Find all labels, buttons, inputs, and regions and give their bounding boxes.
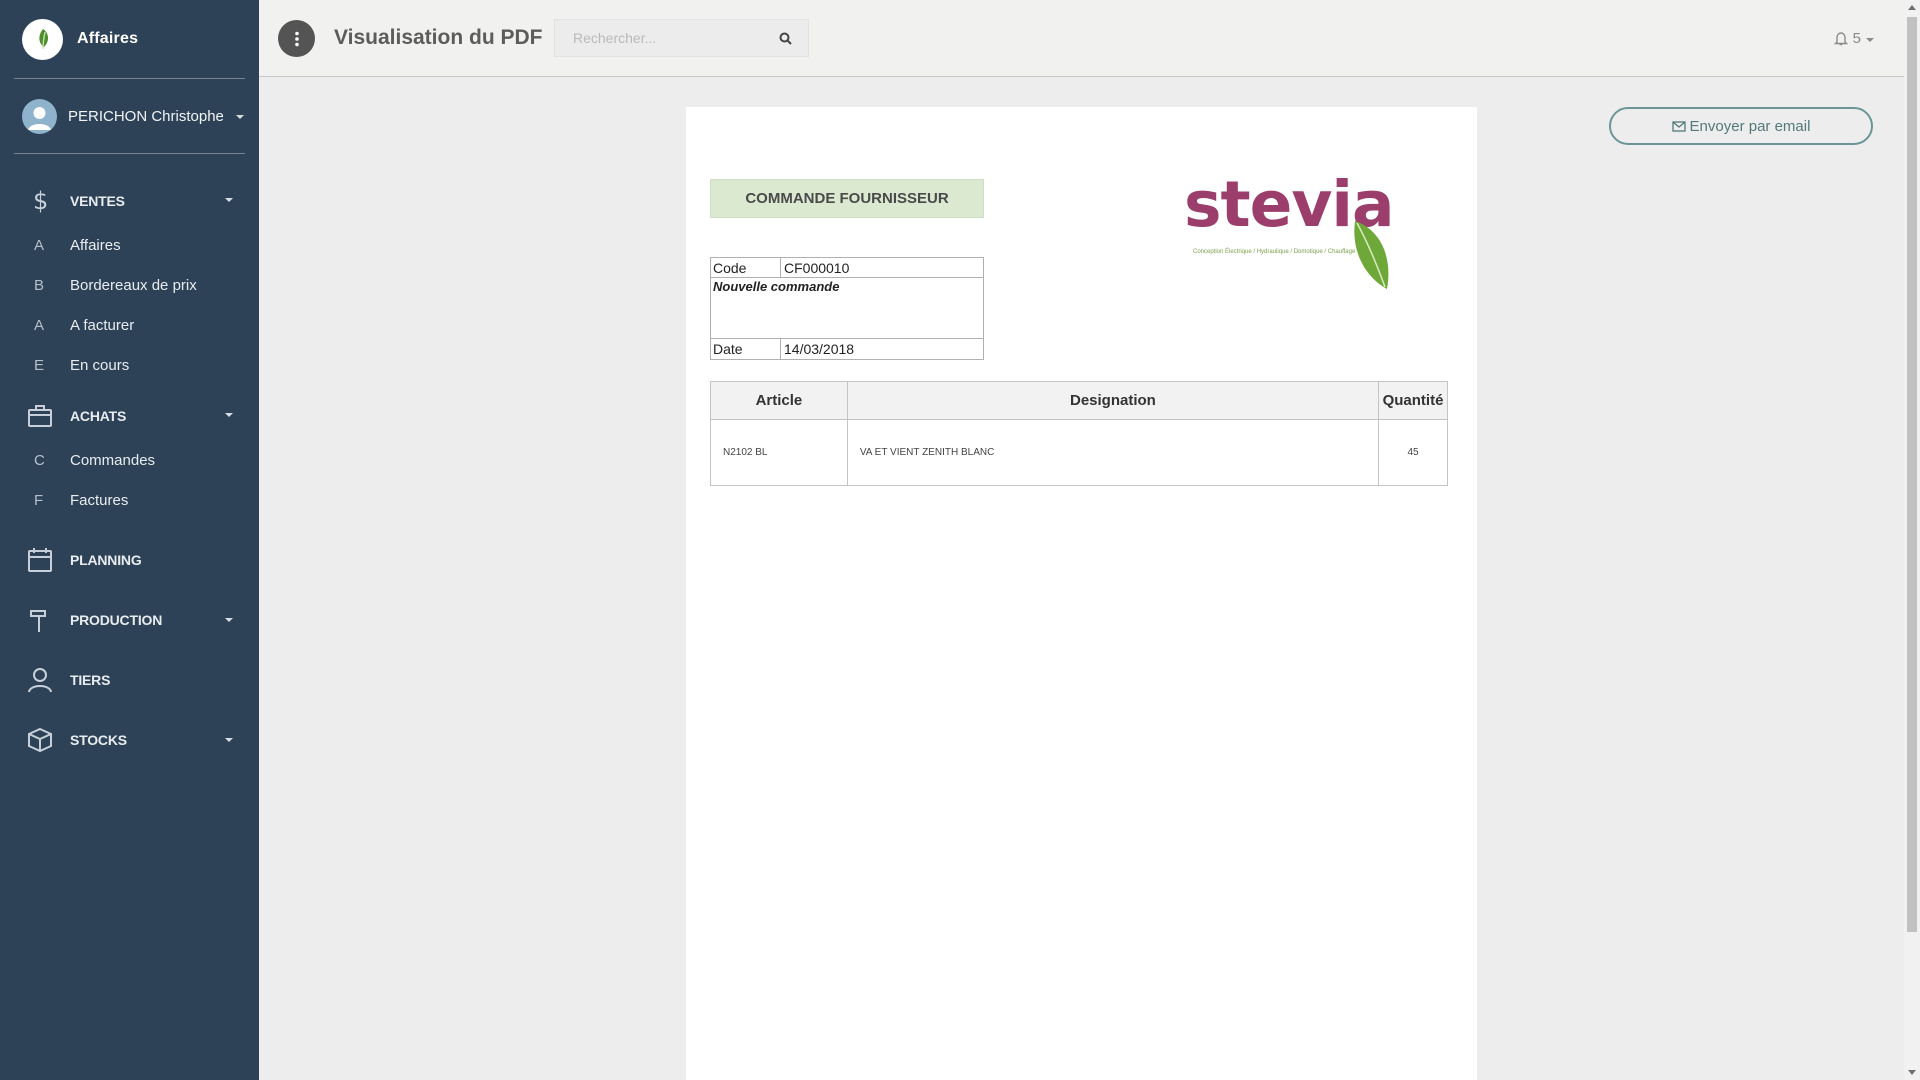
more-menu-button[interactable] bbox=[278, 20, 315, 57]
bell-icon bbox=[1833, 32, 1848, 46]
scroll-thumb[interactable] bbox=[1907, 17, 1917, 932]
sidebar-item-affaires[interactable]: A Affaires bbox=[0, 225, 259, 265]
search-icon[interactable] bbox=[770, 32, 800, 45]
page-title: Visualisation du PDF bbox=[334, 26, 543, 49]
topbar: Visualisation du PDF 5 bbox=[259, 0, 1904, 77]
chevron-down-icon bbox=[225, 618, 233, 622]
sidebar-item-letter: A bbox=[34, 316, 45, 334]
column-header-designation: Designation bbox=[846, 381, 1380, 420]
sidebar-section-production[interactable]: PRODUCTION bbox=[0, 590, 259, 650]
sidebar-item-letter: C bbox=[34, 451, 45, 469]
user-menu[interactable]: PERICHON Christophe bbox=[0, 79, 259, 153]
search-box bbox=[554, 19, 809, 57]
scroll-up-icon[interactable] bbox=[1908, 5, 1916, 10]
table-row: N2102 BL VA ET VIENT ZENITH BLANC 45 bbox=[710, 419, 1448, 486]
company-logo: stevia Conception Électrique / Hydrauliq… bbox=[1184, 173, 1429, 298]
sidebar-section-label: TIERS bbox=[70, 672, 111, 688]
code-value: CF000010 bbox=[784, 260, 850, 276]
sidebar: Affaires PERICHON Christophe $ VENTES A … bbox=[0, 0, 259, 1080]
sidebar-section-tiers[interactable]: TIERS bbox=[0, 650, 259, 710]
main-content: Envoyer par email COMMANDE FOURNISSEUR s… bbox=[259, 77, 1904, 1080]
column-header-quantite: Quantité bbox=[1378, 381, 1448, 420]
sidebar-section-label: PRODUCTION bbox=[70, 612, 163, 628]
pdf-page: COMMANDE FOURNISSEUR stevia Conception É… bbox=[686, 107, 1477, 1080]
cell-article: N2102 BL bbox=[710, 419, 848, 486]
code-label: Code bbox=[711, 258, 781, 277]
sidebar-section-label: ACHATS bbox=[70, 407, 127, 424]
user-name: PERICHON Christophe bbox=[68, 107, 224, 125]
order-info-box: Code CF000010 Nouvelle commande Date 14/… bbox=[710, 257, 984, 360]
sidebar-item-letter: E bbox=[34, 356, 45, 374]
vertical-scrollbar[interactable] bbox=[1904, 0, 1920, 1080]
code-row: Code CF000010 bbox=[711, 258, 983, 278]
more-vertical-icon bbox=[294, 31, 299, 46]
sidebar-section-ventes[interactable]: $ VENTES bbox=[0, 176, 259, 225]
chevron-down-icon bbox=[225, 738, 233, 742]
envelope-icon bbox=[1671, 120, 1686, 132]
column-header-article: Article bbox=[710, 381, 848, 420]
leaf-logo-icon bbox=[22, 18, 63, 60]
sidebar-item-factures[interactable]: F Factures bbox=[0, 480, 259, 520]
box-icon bbox=[26, 726, 54, 754]
notifications-button[interactable]: 5 bbox=[1833, 30, 1874, 47]
send-email-button[interactable]: Envoyer par email bbox=[1609, 107, 1873, 145]
brand-name: Affaires bbox=[77, 30, 139, 47]
svg-text:$: $ bbox=[33, 188, 48, 214]
sidebar-item-bordereaux-de-prix[interactable]: B Bordereaux de prix bbox=[0, 265, 259, 305]
sidebar-item-a-facturer[interactable]: A A facturer bbox=[0, 305, 259, 345]
sidebar-item-label: En cours bbox=[70, 356, 130, 374]
send-email-label: Envoyer par email bbox=[1689, 117, 1811, 135]
sidebar-item-label: Factures bbox=[70, 491, 129, 509]
sidebar-item-letter: F bbox=[34, 491, 44, 509]
chevron-down-icon bbox=[1866, 37, 1874, 42]
articles-table: Article Designation Quantité N2102 BL VA… bbox=[710, 381, 1448, 486]
sidebar-item-label: Commandes bbox=[70, 451, 156, 469]
sidebar-section-label: VENTES bbox=[70, 192, 125, 209]
date-label: Date bbox=[711, 339, 781, 359]
sidebar-nav: $ VENTES A Affaires B Bordereaux de prix… bbox=[0, 154, 259, 770]
date-row: Date 14/03/2018 bbox=[711, 339, 983, 359]
sidebar-section-label: STOCKS bbox=[70, 732, 127, 748]
notification-count: 5 bbox=[1852, 30, 1861, 47]
scroll-down-icon[interactable] bbox=[1908, 1070, 1916, 1075]
sidebar-item-en-cours[interactable]: E En cours bbox=[0, 345, 259, 385]
chevron-down-icon bbox=[225, 413, 233, 417]
logo-tagline: Conception Électrique / Hydraulique / Do… bbox=[1193, 249, 1356, 255]
sidebar-section-stocks[interactable]: STOCKS bbox=[0, 710, 259, 770]
order-note: Nouvelle commande bbox=[711, 278, 983, 339]
document-title: COMMANDE FOURNISSEUR bbox=[710, 179, 984, 218]
leaf-logo-icon bbox=[1354, 221, 1389, 289]
avatar bbox=[22, 98, 57, 134]
briefcase-icon bbox=[26, 402, 54, 430]
cell-quantite: 45 bbox=[1378, 419, 1448, 486]
brand[interactable]: Affaires bbox=[0, 0, 259, 78]
calendar-icon bbox=[26, 546, 54, 574]
sidebar-item-label: A facturer bbox=[70, 316, 135, 334]
chevron-down-icon bbox=[235, 115, 244, 119]
sidebar-section-planning[interactable]: PLANNING bbox=[0, 530, 259, 590]
sidebar-section-achats[interactable]: ACHATS bbox=[0, 391, 259, 440]
chevron-down-icon bbox=[225, 198, 233, 202]
cell-designation: VA ET VIENT ZENITH BLANC bbox=[846, 419, 1380, 486]
sidebar-item-label: Affaires bbox=[70, 236, 121, 254]
sidebar-item-commandes[interactable]: C Commandes bbox=[0, 440, 259, 480]
search-input[interactable] bbox=[555, 30, 770, 46]
user-icon bbox=[26, 666, 54, 694]
sidebar-item-label: Bordereaux de prix bbox=[70, 276, 197, 294]
sidebar-item-letter: B bbox=[34, 276, 45, 294]
table-header-row: Article Designation Quantité bbox=[710, 381, 1448, 420]
sidebar-section-label: PLANNING bbox=[70, 552, 142, 568]
sidebar-item-letter: A bbox=[34, 236, 45, 254]
hammer-icon bbox=[26, 606, 54, 634]
dollar-icon: $ bbox=[26, 187, 54, 215]
date-value: 14/03/2018 bbox=[784, 341, 855, 357]
